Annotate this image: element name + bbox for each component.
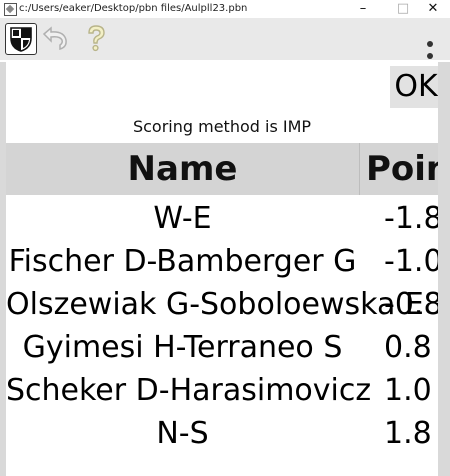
row-points: -1.0: [384, 244, 438, 279]
row-points: -0.8: [384, 287, 438, 322]
row-name: Fischer D-Bamberger G: [8, 244, 357, 279]
scoring-method-label: Scoring method is IMP: [132, 117, 312, 136]
right-scroll-area: [438, 62, 450, 476]
header-divider: [359, 143, 360, 195]
row-name: Scheker D-Harasimovicz: [6, 373, 372, 408]
table-row[interactable]: N-S 1.8: [6, 412, 438, 456]
table-row[interactable]: Fischer D-Bamberger G -1.0: [6, 240, 438, 284]
help-icon[interactable]: [80, 22, 112, 54]
row-name: Olszewiak G-Soboloewska E: [6, 287, 424, 322]
window-title: c:/Users/eaker/Desktop/pbn files/Aulpll2…: [19, 3, 248, 14]
row-points: 0.8: [384, 330, 432, 365]
table-row[interactable]: W-E -1.8: [6, 197, 438, 241]
close-button[interactable]: ✕: [416, 0, 450, 18]
minimize-button[interactable]: –: [346, 0, 380, 18]
row-points: -1.8: [384, 201, 438, 236]
maximize-button[interactable]: □: [386, 0, 420, 18]
app-icon: [4, 3, 17, 16]
logo-icon[interactable]: [5, 23, 37, 55]
toolbar: [0, 18, 450, 71]
row-name: Gyimesi H-Terraneo S: [22, 330, 343, 365]
ok-button[interactable]: OK: [390, 66, 438, 108]
table-row[interactable]: Scheker D-Harasimovicz 1.0: [6, 369, 438, 413]
column-header-points[interactable]: Point: [366, 149, 438, 189]
table-row[interactable]: Olszewiak G-Soboloewska E -0.8: [6, 283, 438, 327]
results-dialog: OK Scoring method is IMP Name Point W-E …: [6, 62, 438, 476]
table-row[interactable]: Gyimesi H-Terraneo S 0.8: [6, 326, 438, 370]
row-points: 1.0: [384, 373, 432, 408]
row-points: 1.8: [384, 416, 432, 451]
row-name: N-S: [156, 416, 209, 451]
column-header-name[interactable]: Name: [6, 149, 359, 189]
undo-icon[interactable]: [40, 22, 72, 54]
title-bar: c:/Users/eaker/Desktop/pbn files/Aulpll2…: [0, 0, 450, 18]
row-name: W-E: [153, 201, 212, 236]
